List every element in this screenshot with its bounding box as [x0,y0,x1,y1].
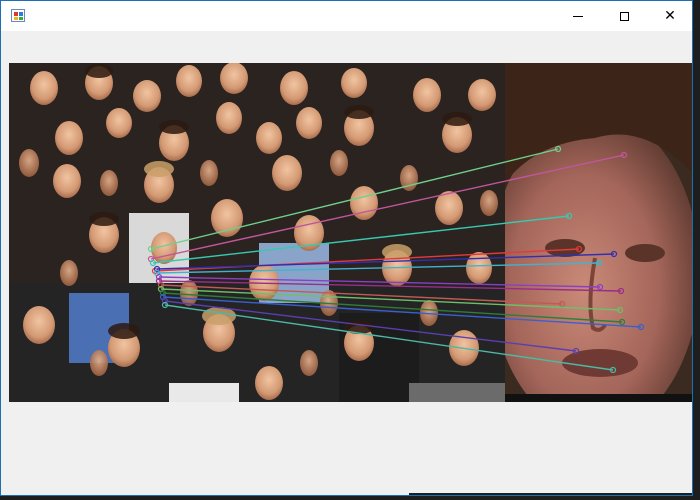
minimize-icon [573,15,583,17]
background-strip [409,493,692,495]
title-bar[interactable]: ✕ [1,1,692,31]
picture-box [9,63,692,402]
app-icon [11,9,25,22]
face-closeup-photo [505,63,692,402]
app-window: ✕ [0,0,693,496]
close-icon: ✕ [664,8,676,24]
crowd-photo [9,63,505,402]
maximize-button[interactable] [601,1,647,31]
maximize-icon [619,11,629,21]
minimize-button[interactable] [555,1,601,31]
close-button[interactable]: ✕ [647,1,692,31]
